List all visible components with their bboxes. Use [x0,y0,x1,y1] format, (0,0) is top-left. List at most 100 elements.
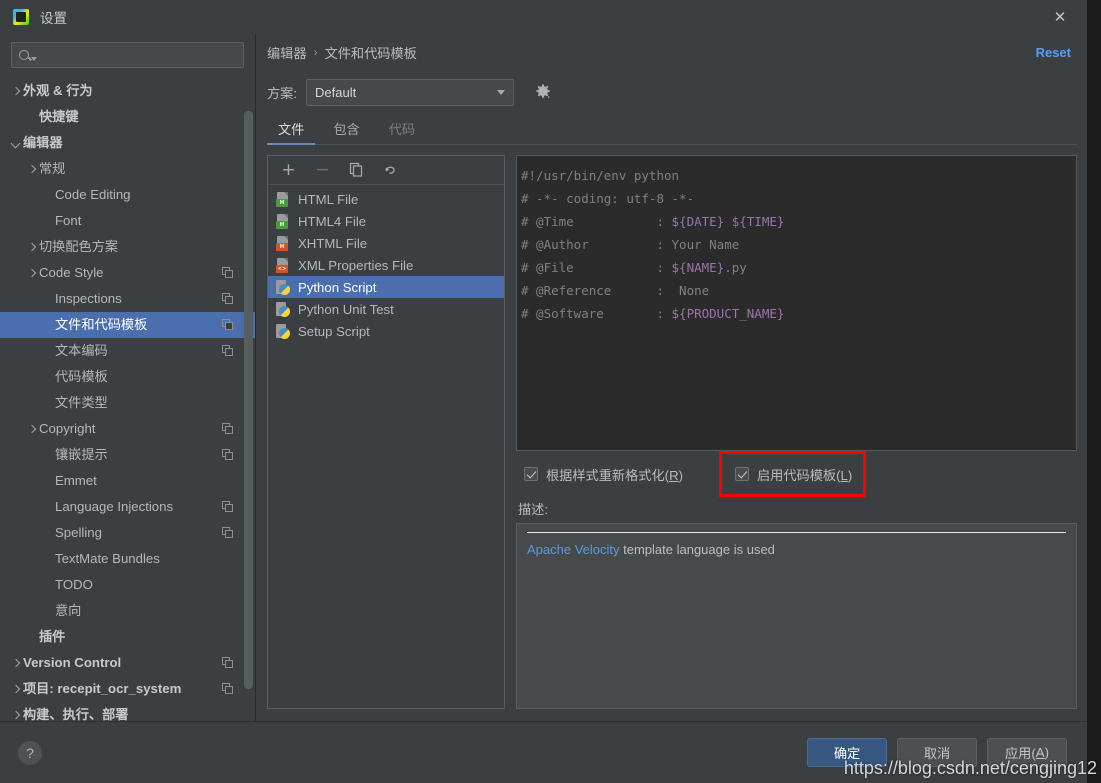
copy-settings-icon [222,423,233,434]
template-name: Setup Script [298,323,370,339]
xhtml-file-icon: H [276,235,290,251]
sidebar-item[interactable]: 常规 [0,156,255,182]
breadcrumb-current: 文件和代码模板 [324,45,417,61]
template-list-item[interactable]: Python Script [268,276,504,298]
breadcrumb-separator: › [313,45,318,59]
sidebar-item[interactable]: Code Editing [0,182,255,208]
html4-file-icon: H [276,213,290,229]
tab-2[interactable]: 包含 [322,119,370,144]
settings-sidebar: 外观 & 行为 快捷键 编辑器常规 Code Editing Font 切换配色方案 Cod… [0,33,256,721]
gear-icon[interactable] [534,83,552,101]
sidebar-item[interactable]: Spelling [0,520,255,546]
template-list-item[interactable]: Python Unit Test [268,298,504,320]
sidebar-item-label: 文件类型 [55,395,108,411]
code-text: #!/usr/bin/env python [521,168,680,183]
settings-tabs[interactable]: 文件 包含 代码 [267,113,1077,145]
reset-link[interactable]: Reset [1036,45,1077,60]
reformat-according-to-style-checkbox[interactable]: 根据样式重新格式化(R) [524,465,683,484]
sidebar-item[interactable]: Code Style [0,260,255,286]
tab-3[interactable]: 代码 [378,119,426,144]
template-name: XHTML File [298,235,368,251]
sidebar-scrollbar[interactable] [244,111,253,689]
python-file-icon [276,279,290,295]
sidebar-item[interactable]: 文本编码 [0,338,255,364]
template-list-item[interactable]: H HTML File [268,188,504,210]
enable-live-templates-checkbox[interactable]: 启用代码模板(L) [735,465,852,484]
template-list-item[interactable]: H HTML4 File [268,210,504,232]
description-rest: template language is used [619,542,775,557]
scheme-select[interactable]: Default [306,78,515,106]
search-input[interactable] [42,47,236,63]
scheme-selected-value: Default [315,84,357,100]
chevron-right-icon[interactable] [10,709,23,722]
template-list-item[interactable]: <> XML Properties File [268,254,504,276]
sidebar-item[interactable]: TODO [0,572,255,598]
sidebar-item[interactable]: Language Injections [0,494,255,520]
editor-split: + − H HTML File H HTML4 File H XHTML Fil… [267,155,1077,721]
breadcrumb: 编辑器 › 文件和代码模板 Reset [267,33,1077,71]
chevron-right-icon[interactable] [26,241,39,254]
sidebar-item-label: Font [55,213,82,229]
add-template-button[interactable]: + [280,161,297,179]
code-text: # @Time : [521,214,672,229]
chevron-right-icon[interactable] [10,657,23,670]
sidebar-item[interactable]: 文件类型 [0,390,255,416]
sidebar-item[interactable]: Copyright [0,416,255,442]
sidebar-item[interactable]: 镶嵌提示 [0,442,255,468]
close-icon[interactable]: ✕ [1049,6,1071,28]
sidebar-item-label: 镶嵌提示 [55,447,108,463]
sidebar-item[interactable]: 编辑器 [0,130,255,156]
chevron-right-icon[interactable] [26,163,39,176]
copy-template-icon[interactable] [348,162,365,179]
sidebar-item-label: 代码模板 [55,369,108,385]
code-text: # -*- coding: utf-8 -*- [521,191,695,206]
sidebar-item[interactable]: 外观 & 行为 [0,78,255,104]
sidebar-item-label: 文本编码 [55,343,108,359]
sidebar-item[interactable]: Font [0,208,255,234]
sidebar-item-label: 常规 [39,161,66,177]
sidebar-item-label: 文件和代码模板 [55,317,148,333]
checkbox-box [524,467,538,481]
apache-velocity-link[interactable]: Apache Velocity [527,542,620,557]
code-text: # @File : [521,260,672,275]
chevron-right-icon[interactable] [10,683,23,696]
sidebar-item[interactable]: 构建、执行、部署 [0,702,255,721]
description-box: Apache Velocity template language is use… [516,523,1077,709]
sidebar-item-label: Code Style [39,265,104,281]
chevron-right-icon[interactable] [26,423,39,436]
sidebar-item[interactable]: 切换配色方案 [0,234,255,260]
template-name: XML Properties File [298,257,414,273]
template-list[interactable]: H HTML File H HTML4 File H XHTML File <> XML Pr… [268,185,504,708]
sidebar-item[interactable]: 快捷键 [0,104,255,130]
help-button[interactable]: ? [18,740,42,765]
sidebar-item[interactable]: 插件 [0,624,255,650]
chevron-right-icon[interactable] [10,85,23,98]
remove-template-button[interactable]: − [314,161,331,179]
watermark: https://blog.csdn.net/cengjing12 [843,758,1097,778]
revert-template-icon[interactable] [382,162,399,179]
code-text: # @Software : [521,306,672,321]
copy-settings-icon [222,449,233,460]
sidebar-item[interactable]: 项目: recepit_ocr_system [0,676,255,702]
sidebar-item[interactable]: TextMate Bundles [0,546,255,572]
sidebar-item[interactable]: Emmet [0,468,255,494]
sidebar-item[interactable]: 代码模板 [0,364,255,390]
settings-tree[interactable]: 外观 & 行为 快捷键 编辑器常规 Code Editing Font 切换配色方案 Cod… [0,76,255,721]
template-list-item[interactable]: H XHTML File [268,232,504,254]
sidebar-item[interactable]: 意向 [0,598,255,624]
code-line: # @File : ${NAME}.py [521,256,1076,279]
chevron-right-icon[interactable] [26,267,39,280]
sidebar-item[interactable]: 文件和代码模板 [0,312,255,338]
enable-live-templates-label: 启用代码模板(L) [757,467,853,483]
tab-1[interactable]: 文件 [267,119,316,145]
template-code-editor[interactable]: #!/usr/bin/env python # -*- coding: utf-8… [516,155,1077,451]
sidebar-item[interactable]: Inspections [0,286,255,312]
chevron-down-icon[interactable] [10,137,23,150]
search-box[interactable] [11,42,244,68]
breadcrumb-parent[interactable]: 编辑器 [267,43,307,62]
template-list-item[interactable]: Setup Script [268,320,504,342]
sidebar-item[interactable]: Version Control [0,650,255,676]
